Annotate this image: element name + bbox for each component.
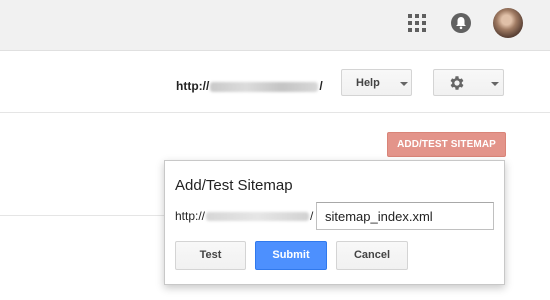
- chevron-down-icon: [491, 82, 499, 86]
- site-url-prefix: http://: [176, 79, 210, 93]
- settings-button[interactable]: [433, 69, 504, 96]
- site-url: http:// /: [176, 79, 323, 93]
- dialog-url-slash: /: [310, 209, 314, 223]
- help-button[interactable]: Help: [341, 69, 412, 96]
- sitemap-path-input[interactable]: [316, 202, 494, 230]
- divider: [0, 215, 170, 216]
- chevron-down-icon: [400, 82, 408, 86]
- help-button-label: Help: [356, 77, 380, 89]
- add-test-sitemap-button[interactable]: ADD/TEST SITEMAP: [387, 132, 506, 157]
- dialog-title: Add/Test Sitemap: [175, 177, 293, 194]
- redacted-domain: [206, 212, 310, 222]
- test-button[interactable]: Test: [175, 241, 246, 270]
- dialog-url-scheme: http://: [175, 209, 206, 223]
- gear-icon: [448, 74, 466, 95]
- add-test-sitemap-dialog: Add/Test Sitemap http:// / Test Submit Ca…: [164, 160, 505, 285]
- redacted-domain: [210, 81, 319, 92]
- site-url-suffix: /: [319, 79, 323, 93]
- user-avatar[interactable]: [493, 8, 523, 38]
- submit-button[interactable]: Submit: [255, 241, 327, 270]
- dialog-url-prefix: http:// /: [175, 209, 313, 223]
- divider: [0, 112, 550, 113]
- top-bar: [0, 0, 550, 51]
- notifications-icon[interactable]: [451, 13, 471, 33]
- cancel-button[interactable]: Cancel: [336, 241, 408, 270]
- apps-grid-icon[interactable]: [408, 14, 426, 32]
